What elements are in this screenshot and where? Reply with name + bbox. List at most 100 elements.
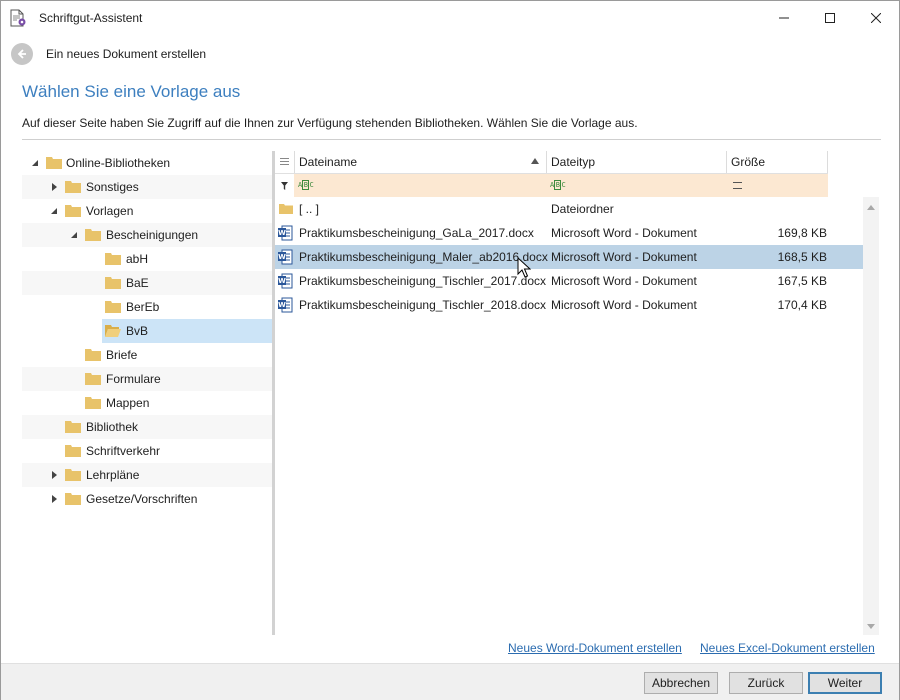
cell-filesize: 169,8 KB bbox=[777, 226, 827, 240]
cell-filename: [ .. ] bbox=[299, 202, 320, 216]
tree-item-lehrplaene[interactable]: Lehrpläne bbox=[22, 463, 272, 487]
expanded-triangle-icon bbox=[51, 208, 57, 214]
tree-item-bereb[interactable]: BerEb bbox=[22, 295, 272, 319]
tree-item-bvb[interactable]: BvB bbox=[22, 319, 272, 343]
maximize-icon bbox=[825, 13, 835, 23]
column-header-groesse[interactable]: Größe bbox=[727, 151, 827, 173]
tree-item-label: Briefe bbox=[106, 348, 138, 362]
tree-item-online-bibliotheken[interactable]: Online-Bibliotheken bbox=[22, 151, 272, 175]
close-button[interactable] bbox=[853, 1, 899, 35]
document-gear-icon bbox=[10, 9, 26, 27]
tree-item-label: BaE bbox=[126, 276, 149, 290]
tree-item-bibliothek[interactable]: Bibliothek bbox=[22, 415, 272, 439]
text-filter-icon: ABC bbox=[550, 180, 566, 190]
filter-gutter bbox=[275, 174, 294, 197]
scroll-up-icon[interactable] bbox=[867, 205, 875, 210]
tree-item-mappen[interactable]: Mappen bbox=[22, 391, 272, 415]
column-header-dateityp[interactable]: Dateityp bbox=[547, 151, 726, 173]
tree-item-label: Formulare bbox=[106, 372, 161, 386]
folder-icon bbox=[65, 421, 81, 433]
tree-item-abh[interactable]: abH bbox=[22, 247, 272, 271]
library-tree: Online-Bibliotheken Sonstiges Vorlagen B… bbox=[22, 151, 272, 635]
new-word-document-link[interactable]: Neues Word-Dokument erstellen bbox=[508, 641, 682, 655]
page-description: Auf dieser Seite haben Sie Zugriff auf d… bbox=[22, 116, 638, 130]
table-row[interactable]: W Praktikumsbescheinigung_Tischler_2018.… bbox=[275, 293, 863, 317]
tree-item-label: BvB bbox=[126, 324, 149, 338]
table-row[interactable]: W Praktikumsbescheinigung_Maler_ab2016.d… bbox=[275, 245, 863, 269]
folder-icon bbox=[65, 469, 81, 481]
minimize-button[interactable] bbox=[761, 1, 807, 35]
tree-item-label: Bibliothek bbox=[86, 420, 139, 434]
maximize-button[interactable] bbox=[807, 1, 853, 35]
wizard-step-label: Ein neues Dokument erstellen bbox=[46, 47, 207, 61]
tree-item-label: Sonstiges bbox=[86, 180, 139, 194]
tree-item-label: Schriftverkehr bbox=[86, 444, 161, 458]
tree-item-label: Vorlagen bbox=[86, 204, 134, 218]
column-chooser-button[interactable] bbox=[275, 151, 294, 173]
cell-filesize: 168,5 KB bbox=[777, 250, 827, 264]
text-filter-icon: ABC bbox=[298, 180, 314, 190]
folder-icon bbox=[85, 373, 101, 385]
back-button[interactable]: Zurück bbox=[729, 672, 803, 694]
window: Schriftgut-Assistent Ein neues Dokument … bbox=[0, 0, 900, 700]
equals-filter-icon bbox=[733, 182, 742, 189]
word-doc-icon: W bbox=[278, 297, 293, 313]
cancel-button[interactable]: Abbrechen bbox=[644, 672, 718, 694]
tree-item-vorlagen[interactable]: Vorlagen bbox=[22, 199, 272, 223]
filter-cell-dateityp[interactable]: ABC bbox=[548, 174, 726, 197]
filter-icon bbox=[281, 182, 288, 190]
collapsed-triangle-icon bbox=[52, 183, 57, 191]
folder-icon bbox=[105, 253, 121, 265]
collapsed-triangle-icon bbox=[52, 495, 57, 503]
wizard-back-button[interactable] bbox=[11, 43, 33, 65]
folder-icon bbox=[65, 493, 81, 505]
column-header-label: Größe bbox=[731, 155, 766, 169]
scroll-down-icon[interactable] bbox=[867, 624, 875, 629]
column-separator bbox=[827, 151, 828, 173]
expanded-triangle-icon bbox=[32, 160, 38, 166]
new-excel-document-link[interactable]: Neues Excel-Dokument erstellen bbox=[700, 641, 875, 655]
filter-cell-groesse[interactable] bbox=[728, 174, 827, 197]
word-doc-icon: W bbox=[278, 273, 293, 289]
hamburger-icon bbox=[280, 158, 289, 165]
cell-filename: Praktikumsbescheinigung_Tischler_2018.do… bbox=[299, 298, 547, 312]
tree-item-schriftverkehr[interactable]: Schriftverkehr bbox=[22, 439, 272, 463]
folder-icon bbox=[105, 277, 121, 289]
cell-filesize: 167,5 KB bbox=[777, 274, 827, 288]
vertical-scrollbar[interactable] bbox=[863, 197, 879, 635]
tree-item-bescheinigungen[interactable]: Bescheinigungen bbox=[22, 223, 272, 247]
cell-filename: Praktikumsbescheinigung_Tischler_2017.do… bbox=[299, 274, 547, 288]
file-grid: Dateiname Dateityp Größe ABC ABC [..] … bbox=[275, 151, 879, 635]
next-button[interactable]: Weiter bbox=[808, 672, 882, 694]
folder-icon bbox=[85, 229, 101, 241]
wizard-footer: Abbrechen Zurück Weiter bbox=[1, 663, 899, 700]
tree-item-gesetze-vorschriften[interactable]: Gesetze/Vorschriften bbox=[22, 487, 272, 511]
header-divider bbox=[22, 139, 881, 140]
cell-filetype: Microsoft Word - Dokument bbox=[551, 226, 697, 240]
table-row[interactable]: W Praktikumsbescheinigung_GaLa_2017.docx… bbox=[275, 221, 863, 245]
arrow-left-icon bbox=[17, 49, 26, 59]
page-title: Wählen Sie eine Vorlage aus bbox=[22, 82, 241, 101]
svg-text:W: W bbox=[278, 301, 286, 309]
folder-icon bbox=[65, 445, 81, 457]
tree-item-briefe[interactable]: Briefe bbox=[22, 343, 272, 367]
tree-item-label: abH bbox=[126, 252, 149, 266]
table-row[interactable]: W Praktikumsbescheinigung_Tischler_2017.… bbox=[275, 269, 863, 293]
tree-item-sonstiges[interactable]: Sonstiges bbox=[22, 175, 272, 199]
tree-item-label: Gesetze/Vorschriften bbox=[86, 492, 198, 506]
folder-icon bbox=[46, 157, 62, 169]
cell-filename: Praktikumsbescheinigung_Maler_ab2016.doc… bbox=[299, 250, 548, 264]
folder-icon bbox=[85, 397, 101, 409]
cell-filename: Praktikumsbescheinigung_GaLa_2017.docx bbox=[299, 226, 534, 240]
filter-cell-dateiname[interactable]: ABC bbox=[296, 174, 546, 197]
minimize-icon bbox=[779, 17, 789, 19]
column-header-label: Dateiname bbox=[299, 155, 358, 169]
tree-item-formulare[interactable]: Formulare bbox=[22, 367, 272, 391]
table-row[interactable]: [ .. ] Dateiordner bbox=[275, 197, 863, 221]
svg-text:W: W bbox=[278, 253, 286, 261]
tree-item-bae[interactable]: BaE bbox=[22, 271, 272, 295]
column-header-dateiname[interactable]: Dateiname bbox=[295, 151, 546, 173]
tree-item-label: Bescheinigungen bbox=[106, 228, 199, 242]
cell-filetype: Dateiordner bbox=[551, 202, 614, 216]
tree-item-label: Lehrpläne bbox=[86, 468, 140, 482]
